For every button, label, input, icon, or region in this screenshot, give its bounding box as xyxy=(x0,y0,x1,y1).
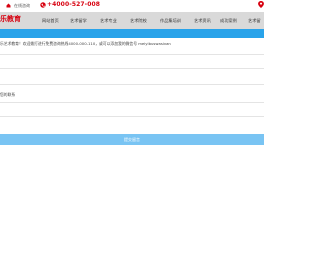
divider xyxy=(0,116,264,117)
divider xyxy=(0,84,264,85)
site-logo[interactable]: 乐教育 xyxy=(0,14,21,24)
phone-icon xyxy=(40,2,46,8)
home-icon xyxy=(6,3,11,8)
form-field-input[interactable] xyxy=(0,68,264,69)
nav-item-art-schools[interactable]: 艺术院校 xyxy=(130,18,147,24)
nav-item-art-more[interactable]: 艺术留 xyxy=(248,18,261,24)
nav-item-home[interactable]: 网站首页 xyxy=(42,18,59,24)
home-link[interactable]: 在线咨询 xyxy=(14,3,30,9)
top-bar: 在线咨询 +4000-527-008 xyxy=(0,0,264,12)
divider xyxy=(0,54,264,55)
main-nav: 乐教育 网站首页 艺术留学 艺术专业 艺术院校 作品集培训 艺术资讯 成功案例 … xyxy=(0,12,264,29)
location-pin-icon xyxy=(258,1,264,8)
accent-banner xyxy=(0,29,264,38)
nav-item-art-news[interactable]: 艺术资讯 xyxy=(194,18,211,24)
nav-item-art-majors[interactable]: 艺术专业 xyxy=(100,18,117,24)
submit-button[interactable]: 提交留言 xyxy=(0,134,264,145)
nav-item-portfolio-training[interactable]: 作品集培训 xyxy=(160,18,181,24)
contact-notice: 乐艺术教育！欢迎拨打进行免费咨询热线4000-000-110，或可以添加我的微信… xyxy=(0,41,171,46)
contact-field-label: 您的联系 xyxy=(0,92,16,97)
nav-item-success-cases[interactable]: 成功案例 xyxy=(220,18,237,24)
contact-field-input[interactable] xyxy=(0,102,264,103)
phone-number[interactable]: +4000-527-008 xyxy=(47,1,100,8)
nav-item-art-study-abroad[interactable]: 艺术留学 xyxy=(70,18,87,24)
